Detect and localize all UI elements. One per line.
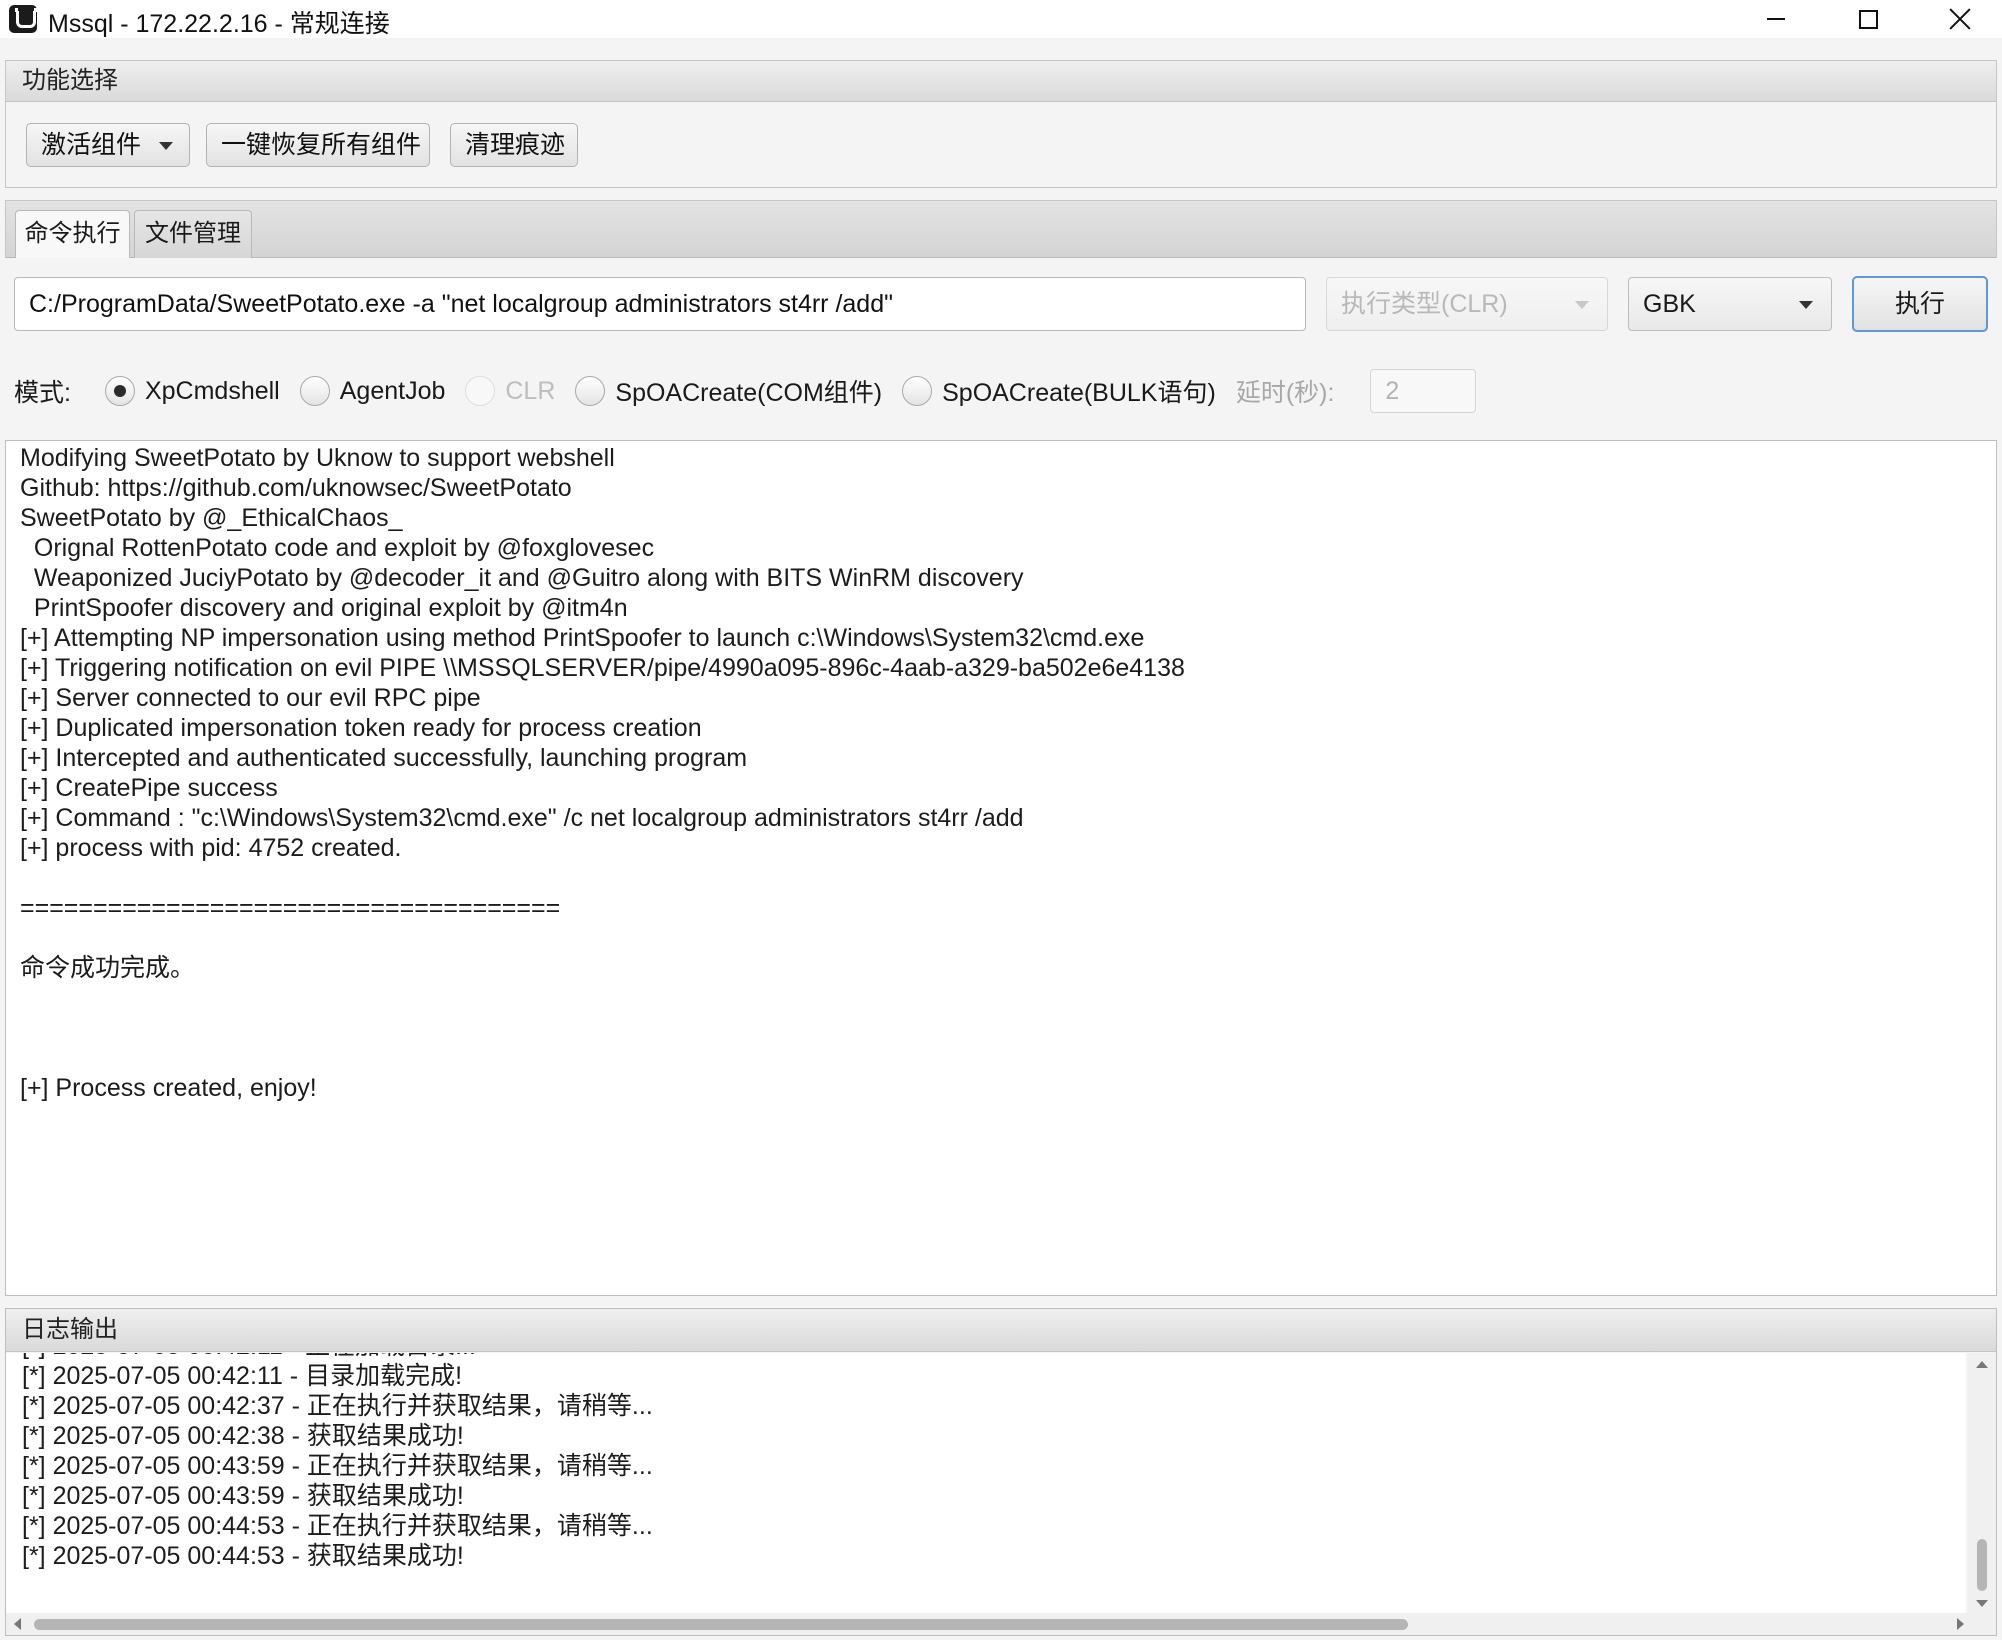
tab-file-management[interactable]: 文件管理	[134, 210, 252, 258]
chevron-down-icon	[1799, 301, 1813, 309]
output-line: [+] Triggering notification on evil PIPE…	[20, 654, 1185, 682]
radio-icon[interactable]	[299, 376, 330, 406]
close-button[interactable]	[1914, 0, 2002, 38]
exec-type-select[interactable]: 执行类型(CLR)	[1326, 277, 1608, 331]
output-line: [+] Attempting NP impersonation using me…	[20, 624, 1145, 652]
function-select-header: 功能选择	[6, 61, 1996, 102]
log-line: [*] 2025-07-05 00:42:11 - 正在加载目录...	[6, 1353, 1966, 1361]
mode-label: 模式:	[14, 379, 71, 407]
log-line: [*] 2025-07-05 00:44:53 - 获取结果成功!	[22, 1542, 464, 1570]
delay-input: 2	[1370, 369, 1477, 413]
tab-bar	[5, 200, 1997, 258]
output-line: Orignal RottenPotato code and exploit by…	[20, 534, 655, 562]
maximize-button[interactable]	[1822, 0, 1914, 38]
chevron-down-icon	[159, 142, 173, 150]
log-output-area[interactable]: [*] 2025-07-05 00:42:11 - 正在加载目录... [*] …	[6, 1353, 1966, 1615]
command-output-area[interactable]: Modifying SweetPotato by Uknow to suppor…	[5, 440, 1997, 1296]
output-line: [+] CreatePipe success	[20, 774, 278, 802]
mode-option-agentjob[interactable]: AgentJob	[299, 376, 446, 406]
minimize-icon	[1767, 18, 1785, 20]
tab-command-execution[interactable]: 命令执行	[15, 210, 130, 258]
mode-option-spoacreate-com[interactable]: SpOACreate(COM组件)	[575, 373, 882, 409]
output-line: [+] Server connected to our evil RPC pip…	[20, 684, 481, 712]
output-line: Github: https://github.com/uknowsec/Swee…	[20, 474, 572, 502]
output-line: SweetPotato by @_EthicalChaos_	[20, 504, 403, 532]
scrollbar-thumb[interactable]	[1977, 1539, 1987, 1591]
minimize-button[interactable]	[1730, 0, 1822, 38]
cat-logo-icon	[9, 5, 37, 33]
log-horizontal-scrollbar[interactable]	[6, 1613, 1996, 1635]
encoding-label: GBK	[1643, 290, 1696, 318]
output-line: PrintSpoofer discovery and original expl…	[20, 594, 628, 622]
mode-option-label: CLR	[505, 376, 556, 405]
log-line: [*] 2025-07-05 00:42:11 - 目录加载完成!	[22, 1362, 463, 1390]
mode-option-clr: CLR	[465, 376, 555, 406]
mode-row: 模式: XpCmdshell AgentJob CLR SpOACreate(C…	[14, 369, 1477, 413]
mode-option-label: AgentJob	[339, 376, 446, 405]
scroll-left-icon[interactable]	[14, 1618, 21, 1630]
activate-component-label: 激活组件	[41, 131, 142, 159]
output-line: Weaponized JuciyPotato by @decoder_it an…	[20, 564, 1024, 592]
log-panel: 日志输出 [*] 2025-07-05 00:42:11 - 正在加载目录...…	[5, 1308, 1997, 1636]
radio-checked-icon[interactable]	[104, 376, 135, 406]
command-input[interactable]: C:/ProgramData/SweetPotato.exe -a "net l…	[14, 277, 1306, 331]
output-line: [+] Duplicated impersonation token ready…	[20, 714, 702, 742]
mode-option-spoacreate-bulk[interactable]: SpOACreate(BULK语句)	[902, 373, 1216, 409]
scroll-right-icon[interactable]	[1957, 1618, 1964, 1630]
output-line: Modifying SweetPotato by Uknow to suppor…	[20, 444, 615, 472]
activate-component-dropdown[interactable]: 激活组件	[26, 123, 190, 167]
output-line: [+] Process created, enjoy!	[20, 1074, 317, 1102]
encoding-select[interactable]: GBK	[1628, 277, 1832, 331]
function-select-panel: 功能选择 激活组件 一键恢复所有组件 清理痕迹	[5, 60, 1997, 188]
output-line: 命令成功完成。	[20, 954, 196, 982]
scroll-down-icon[interactable]	[1976, 1600, 1988, 1607]
mode-option-label: SpOACreate(COM组件)	[615, 379, 883, 407]
close-icon	[1949, 8, 1971, 30]
radio-icon[interactable]	[902, 376, 933, 406]
mode-option-xpcmdshell[interactable]: XpCmdshell	[104, 376, 280, 406]
window-title: Mssql - 172.22.2.16 - 常规连接	[48, 10, 390, 38]
log-line: [*] 2025-07-05 00:44:53 - 正在执行并获取结果，请稍等.…	[22, 1512, 653, 1540]
execute-button[interactable]: 执行	[1852, 276, 1988, 332]
clean-traces-button[interactable]: 清理痕迹	[450, 123, 578, 167]
radio-icon	[465, 376, 496, 406]
log-vertical-scrollbar[interactable]	[1968, 1353, 1996, 1615]
output-line: [+] process with pid: 4752 created.	[20, 834, 402, 862]
maximize-icon	[1858, 9, 1878, 29]
output-line: [+] Intercepted and authenticated succes…	[20, 744, 748, 772]
scroll-up-icon[interactable]	[1976, 1361, 1988, 1368]
exec-type-label: 执行类型(CLR)	[1341, 290, 1508, 318]
title-bar[interactable]: Mssql - 172.22.2.16 - 常规连接	[0, 0, 2002, 38]
log-header: 日志输出	[6, 1309, 1996, 1352]
mode-option-label: SpOACreate(BULK语句)	[942, 379, 1216, 407]
restore-all-components-button[interactable]: 一键恢复所有组件	[206, 123, 430, 167]
scrollbar-thumb[interactable]	[34, 1619, 1408, 1630]
output-line: =====================================	[20, 894, 561, 922]
chevron-down-icon	[1575, 301, 1589, 309]
log-line: [*] 2025-07-05 00:43:59 - 获取结果成功!	[22, 1482, 464, 1510]
delay-label: 延时(秒):	[1235, 379, 1335, 407]
mode-option-label: XpCmdshell	[144, 376, 280, 405]
log-line: [*] 2025-07-05 00:43:59 - 正在执行并获取结果，请稍等.…	[22, 1452, 653, 1480]
radio-icon[interactable]	[575, 376, 606, 406]
output-line: [+] Command : "c:\Windows\System32\cmd.e…	[20, 804, 1024, 832]
log-line: [*] 2025-07-05 00:42:37 - 正在执行并获取结果，请稍等.…	[22, 1392, 653, 1420]
log-line: [*] 2025-07-05 00:42:38 - 获取结果成功!	[22, 1422, 464, 1450]
